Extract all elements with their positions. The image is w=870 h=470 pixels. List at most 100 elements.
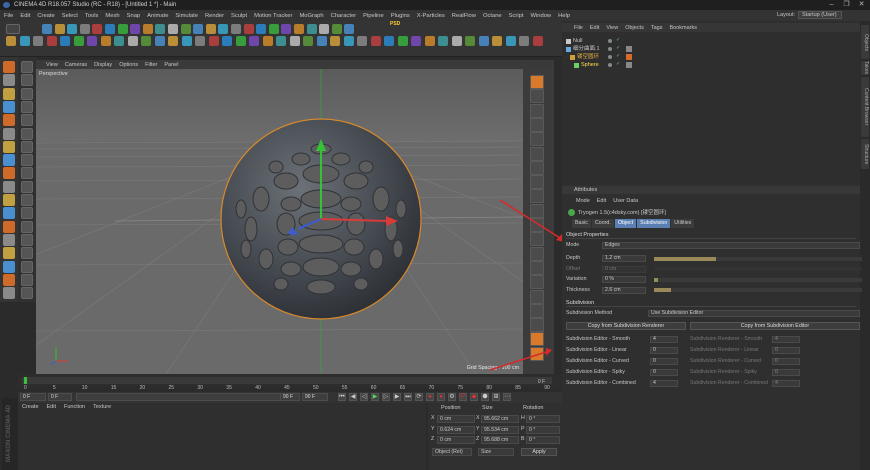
subdivision-renderer-field[interactable]: 0 xyxy=(772,369,800,376)
redo-tool-icon[interactable] xyxy=(54,24,65,34)
size-field[interactable]: 95.534 cm xyxy=(481,425,519,434)
viewport[interactable]: Perspective Grid Spacing : 100 cm xyxy=(36,69,523,374)
tool-2-icon[interactable] xyxy=(21,74,33,87)
prop-slider[interactable] xyxy=(654,288,862,292)
object-menu-file[interactable]: File xyxy=(574,25,583,31)
z-axis-tool-icon[interactable] xyxy=(155,24,166,34)
subdivision-editor-field[interactable]: 0 xyxy=(650,358,678,365)
menu-mesh[interactable]: Mesh xyxy=(105,13,119,19)
points-mode-icon[interactable] xyxy=(3,114,15,127)
menu-file[interactable]: File xyxy=(4,13,13,19)
tool-18-icon[interactable] xyxy=(21,287,33,300)
tag-icon[interactable] xyxy=(626,46,632,52)
pos-field[interactable]: 0 cm xyxy=(437,436,475,444)
pen-tool-icon[interactable] xyxy=(114,36,124,46)
subdivision-editor-field[interactable]: 0 xyxy=(650,369,678,376)
playback-button-10[interactable]: ● xyxy=(437,393,445,401)
edges-mode-icon[interactable] xyxy=(3,127,15,140)
extrude-tool-icon[interactable] xyxy=(289,36,300,46)
menu-render[interactable]: Render xyxy=(205,13,224,19)
prop-slider[interactable] xyxy=(654,267,862,271)
deformer-tool-icon[interactable] xyxy=(222,36,232,46)
side-tool-6-icon[interactable] xyxy=(530,146,544,161)
cube-tool-icon[interactable] xyxy=(100,36,111,46)
menu-select[interactable]: Select xyxy=(62,13,78,19)
maximize-button[interactable]: ❐ xyxy=(842,1,851,9)
tag-icon[interactable] xyxy=(626,62,632,68)
visibility-dot-icon[interactable] xyxy=(608,47,612,51)
menu-animate[interactable]: Animate xyxy=(147,13,168,19)
viewport-menu-options[interactable]: Options xyxy=(119,62,138,68)
voronoi-tool-icon[interactable] xyxy=(411,36,421,46)
side-tool-1-icon[interactable] xyxy=(530,75,544,89)
subdivision-method-dropdown[interactable]: Use Subdivision Editor xyxy=(648,310,860,317)
matrix-tool-icon[interactable] xyxy=(397,36,408,46)
floor-tool-icon[interactable] xyxy=(519,36,529,46)
menu-create[interactable]: Create xyxy=(37,13,54,19)
menu-snap[interactable]: Snap xyxy=(127,13,141,19)
viewport-menu-display[interactable]: Display xyxy=(94,62,112,68)
playback-button-9[interactable]: ● xyxy=(426,393,434,401)
playback-button-14[interactable]: ⬢ xyxy=(481,393,489,401)
prop-slider[interactable] xyxy=(654,277,862,282)
viewport-menu-view[interactable]: View xyxy=(46,62,58,68)
minimize-button[interactable]: – xyxy=(827,1,836,9)
light-tool-icon[interactable] xyxy=(294,24,304,34)
connect-tool-icon[interactable] xyxy=(465,36,475,46)
mode-dropdown[interactable]: Edges xyxy=(602,242,860,249)
sweep-tool-icon[interactable] xyxy=(316,36,327,46)
close-button[interactable]: ✕ xyxy=(857,1,866,9)
menu-character[interactable]: Character xyxy=(331,13,356,19)
material-tool-icon[interactable] xyxy=(208,36,219,46)
menu-plugins[interactable]: Plugins xyxy=(391,13,410,19)
atom-tool-icon[interactable] xyxy=(492,36,502,46)
tool-8-icon[interactable] xyxy=(21,154,33,167)
pos-field[interactable]: 0.624 cm xyxy=(437,425,475,434)
tool-5-icon[interactable] xyxy=(21,114,33,127)
boolean-tool-icon[interactable] xyxy=(154,36,165,46)
y-axis-tool-icon[interactable] xyxy=(19,36,30,46)
cube-tool-icon[interactable] xyxy=(218,24,229,34)
playhead[interactable] xyxy=(24,377,27,384)
attributes-menu-user-data[interactable]: User Data xyxy=(613,198,638,204)
uv-mode-icon[interactable] xyxy=(3,154,15,167)
workplane-mode-icon[interactable] xyxy=(3,100,15,113)
attributes-menu-edit[interactable]: Edit xyxy=(597,198,606,204)
subdivision-renderer-field[interactable]: 0 xyxy=(772,347,800,354)
loft-tool-icon[interactable] xyxy=(330,36,340,46)
enabled-check-icon[interactable]: ✓ xyxy=(616,38,620,43)
pos-field[interactable]: 0 cm xyxy=(437,415,475,423)
enabled-check-icon[interactable]: ✓ xyxy=(616,62,620,67)
effector-tool-icon[interactable] xyxy=(235,36,246,46)
render-view-tool-icon[interactable] xyxy=(180,24,191,34)
array-tool-icon[interactable] xyxy=(256,24,267,34)
scale-tool-icon[interactable] xyxy=(92,24,103,34)
render-settings-tool-icon[interactable] xyxy=(87,36,97,46)
coord-size-select[interactable]: Size xyxy=(478,448,514,456)
render-tool-icon[interactable] xyxy=(73,36,84,46)
rot-field[interactable]: 0 ° xyxy=(526,415,560,423)
playback-button-11[interactable]: ⚙ xyxy=(448,393,456,401)
playback-button-13[interactable]: ◆ xyxy=(470,393,478,401)
tweak-mode-icon[interactable] xyxy=(3,180,15,193)
fracture-tool-icon[interactable] xyxy=(384,36,394,46)
tag-icon[interactable] xyxy=(626,54,632,60)
live-select-mode-icon[interactable] xyxy=(3,220,15,233)
right-tab-structure[interactable]: Structure xyxy=(861,139,869,169)
x-axis-tool-icon[interactable] xyxy=(130,24,141,34)
symmetry-tool-icon[interactable] xyxy=(343,36,354,46)
side-tool-2-icon[interactable] xyxy=(530,89,544,104)
sculpt-mode-icon[interactable] xyxy=(3,207,15,220)
texture-mode-icon[interactable] xyxy=(3,74,15,87)
subdivision-editor-field[interactable]: 0 xyxy=(650,347,678,354)
layout-dropdown[interactable]: Startup (User) xyxy=(798,11,842,19)
live-select-tool-icon[interactable] xyxy=(67,24,78,34)
menu-help[interactable]: Help xyxy=(558,13,570,19)
playback-button-3[interactable]: ◁ xyxy=(360,393,368,401)
prop-value-field[interactable]: 0 cm xyxy=(602,265,646,273)
array-tool-icon[interactable] xyxy=(141,36,151,46)
light-tool-icon[interactable] xyxy=(181,36,192,46)
y-axis-tool-icon[interactable] xyxy=(142,24,153,34)
camera-tool-icon[interactable] xyxy=(281,24,292,34)
material-menu-edit[interactable]: Edit xyxy=(47,404,56,410)
